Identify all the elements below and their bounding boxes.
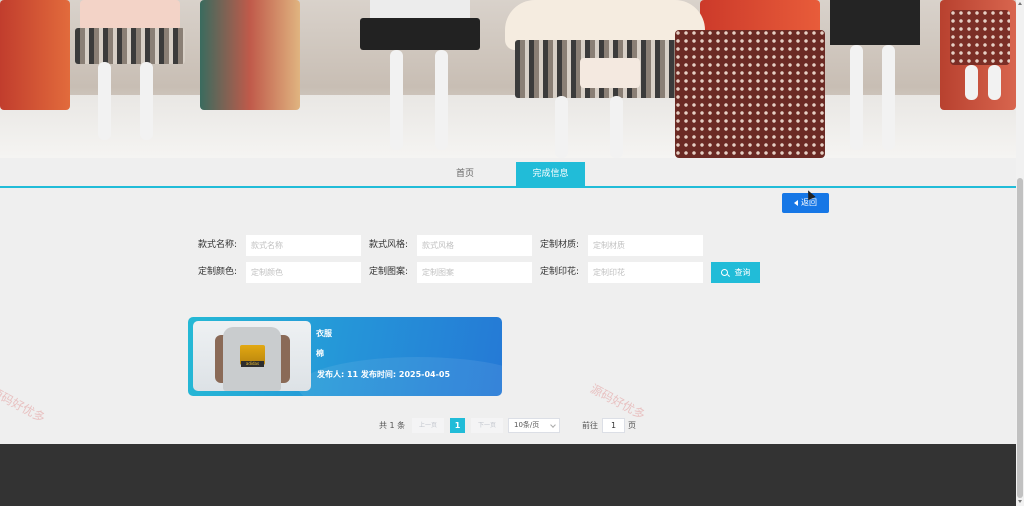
page-size-value: 10条/页 xyxy=(514,421,540,429)
footer xyxy=(0,444,1016,506)
product-image-logo-text: adidas xyxy=(241,361,264,367)
scroll-up-icon[interactable] xyxy=(1018,2,1022,5)
banner-mannequin xyxy=(820,0,930,158)
caret-left-icon xyxy=(794,199,798,206)
chevron-down-icon xyxy=(550,422,556,428)
material-label: 定制材质: xyxy=(540,240,580,250)
search-button-label: 查询 xyxy=(734,268,751,277)
pagination-goto-label: 前往 xyxy=(582,421,598,430)
pattern-input[interactable] xyxy=(417,262,532,283)
search-button[interactable]: 查询 xyxy=(711,262,760,283)
card-material: 棉 xyxy=(316,349,324,358)
banner-mannequin xyxy=(940,0,1016,158)
card-title: 衣服 xyxy=(316,329,332,338)
watermark: 源码好优多 xyxy=(0,384,48,426)
style-type-input[interactable] xyxy=(417,235,532,256)
tab-completed-info[interactable]: 完成信息 xyxy=(516,162,585,187)
scrollbar-thumb[interactable] xyxy=(1017,178,1023,498)
banner-mannequin xyxy=(60,0,200,158)
pagination-total: 共 1 条 xyxy=(379,421,406,430)
color-input[interactable] xyxy=(246,262,361,283)
banner-rack xyxy=(200,0,300,110)
pagination-page-unit: 页 xyxy=(628,421,636,430)
banner-mannequin xyxy=(350,0,490,158)
card-meta: 发布人: 11 发布时间: 2025-04-05 xyxy=(317,370,451,379)
style-name-input[interactable] xyxy=(246,235,361,256)
product-image[interactable]: adidas xyxy=(193,321,311,391)
material-input[interactable] xyxy=(588,235,703,256)
print-label: 定制印花: xyxy=(540,267,580,277)
style-type-label: 款式风格: xyxy=(369,240,409,250)
page-size-select[interactable]: 10条/页 xyxy=(508,418,560,433)
result-card[interactable]: adidas xyxy=(188,317,502,396)
banner-image xyxy=(0,0,1016,158)
style-name-label: 款式名称: xyxy=(198,240,238,250)
tab-home[interactable]: 首页 xyxy=(440,162,490,187)
pagination-next-button[interactable]: 下一页 xyxy=(471,418,503,433)
search-icon xyxy=(720,269,728,276)
pagination-prev-button[interactable]: 上一页 xyxy=(412,418,444,433)
print-input[interactable] xyxy=(588,262,703,283)
scroll-down-icon[interactable] xyxy=(1018,500,1022,503)
pagination-goto-input[interactable]: 1 xyxy=(602,418,625,433)
pagination-current-page[interactable]: 1 xyxy=(450,418,465,433)
page: 首页 完成信息 返回 款式名称: 款式风格: 定制材质: 定制颜色: 定制图案:… xyxy=(0,0,1024,506)
tab-underline xyxy=(0,186,1016,188)
banner-mannequin xyxy=(675,0,825,158)
pattern-label: 定制图案: xyxy=(369,267,409,277)
watermark: 源码好优多 xyxy=(587,381,648,423)
color-label: 定制颜色: xyxy=(198,267,238,277)
